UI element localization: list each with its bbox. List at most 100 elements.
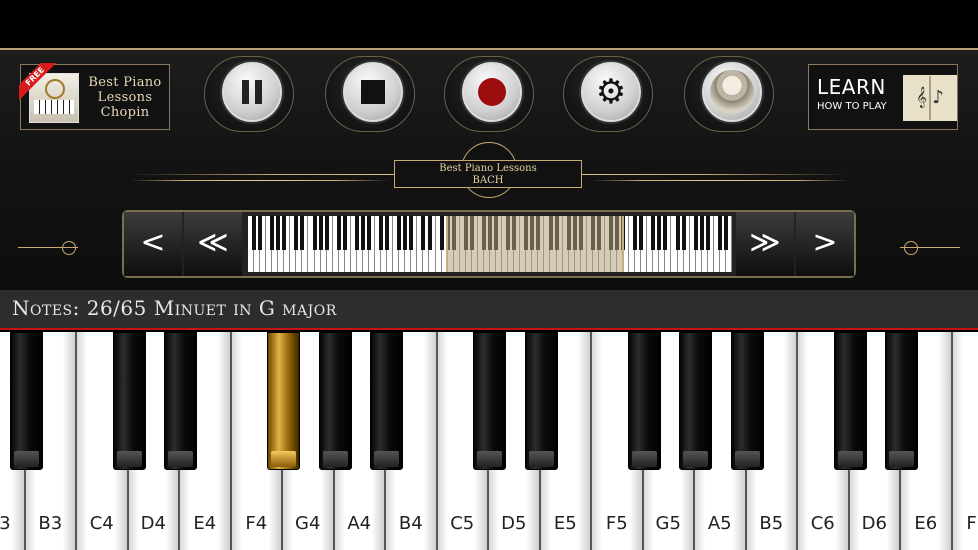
black-key-d-sharp6[interactable] — [885, 332, 918, 470]
keyboard-navigator: < ≪ ≫ > — [122, 210, 856, 278]
mini-black-key — [367, 216, 371, 250]
key-label: D4 — [140, 513, 166, 534]
mini-black-key — [675, 216, 680, 250]
status-bar: Notes: 26/65 Minuet in G major — [0, 290, 978, 330]
mini-black-key — [421, 216, 426, 250]
mini-black-key — [705, 216, 710, 250]
mini-black-key — [276, 216, 281, 250]
mini-black-key — [385, 216, 390, 250]
pause-icon — [242, 80, 262, 104]
scroll-right-button[interactable]: > — [796, 212, 854, 276]
key-label: G4 — [295, 513, 321, 534]
mini-black-key — [693, 216, 698, 250]
key-label: D5 — [501, 513, 527, 534]
black-key-c-sharp6[interactable] — [833, 332, 867, 470]
key-label: C4 — [89, 513, 114, 534]
key-label: A4 — [347, 513, 372, 534]
lesson-series-label: Best Piano Lessons BACH — [394, 160, 582, 188]
mini-black-key — [403, 216, 408, 250]
stop-button[interactable] — [325, 56, 415, 132]
key-label: F6 — [966, 513, 978, 534]
mini-black-key — [258, 216, 263, 250]
mini-black-key — [324, 216, 329, 250]
chopin-app-title: Best Piano Lessons Chopin — [88, 75, 162, 120]
key-label: B5 — [759, 513, 784, 534]
mini-black-key — [336, 216, 341, 250]
learn-how-to-play-button[interactable]: LEARN HOW TO PLAY 𝄞 ♪ — [808, 64, 958, 130]
key-label: G5 — [655, 513, 681, 534]
top-black-bar — [0, 0, 978, 48]
scroll-left-button[interactable]: < — [124, 212, 182, 276]
key-label: C6 — [810, 513, 835, 534]
piano-keyboard: A3 B3 C4 D4 E4 F4 G4 A4 B4 C5 D5 E5 F5 G5 A5 B5 C6 D6 E6 F6 — [0, 332, 978, 550]
black-key-a-sharp4[interactable] — [370, 332, 403, 470]
record-icon — [478, 78, 506, 106]
learn-label: LEARN — [817, 75, 886, 99]
composer-button[interactable] — [684, 56, 774, 132]
mini-black-key — [663, 216, 668, 250]
notes-progress-text: Notes: 26/65 Minuet in G major — [12, 296, 337, 320]
record-button[interactable] — [444, 56, 534, 132]
mini-black-key — [312, 216, 317, 250]
key-label: F5 — [605, 513, 628, 534]
black-key-g-sharp4[interactable] — [318, 332, 352, 470]
visible-range-selector[interactable] — [446, 216, 624, 272]
black-key-c-sharp4[interactable] — [112, 332, 146, 470]
mini-black-key — [270, 216, 275, 250]
key-label: F4 — [245, 513, 268, 534]
how-to-play-label: HOW TO PLAY — [817, 101, 887, 112]
mini-black-key — [360, 216, 365, 250]
mini-black-key — [409, 216, 414, 250]
white-key-f6[interactable]: F6 — [952, 332, 978, 550]
pause-button[interactable] — [204, 56, 294, 132]
mini-black-key — [439, 216, 444, 250]
mini-black-key — [354, 216, 359, 250]
black-key-a-sharp5[interactable] — [730, 332, 764, 470]
ornament-line-left — [130, 180, 390, 181]
left-ornament-icon — [18, 238, 108, 258]
key-label: D6 — [861, 513, 887, 534]
free-badge: FREE — [19, 63, 59, 103]
mini-black-key — [717, 216, 722, 250]
key-label: E6 — [914, 513, 938, 534]
key-label: A3 — [0, 513, 11, 534]
mini-black-key — [294, 216, 299, 250]
mini-black-key — [252, 216, 257, 250]
black-key-a-sharp3[interactable] — [9, 332, 43, 470]
key-label: E4 — [193, 513, 217, 534]
black-key-d-sharp5[interactable] — [524, 332, 558, 470]
mini-black-key — [639, 216, 644, 250]
black-key-f-sharp5[interactable] — [627, 332, 661, 470]
ornament-line-right — [590, 180, 850, 181]
black-key-d-sharp4[interactable] — [164, 332, 197, 470]
mini-black-key — [699, 216, 704, 250]
mini-black-key — [300, 216, 305, 250]
mini-black-key — [427, 216, 432, 250]
music-book-icon: 𝄞 ♪ — [903, 75, 957, 121]
black-key-f-sharp4[interactable] — [267, 332, 300, 470]
key-label: A5 — [707, 513, 732, 534]
key-label: B3 — [38, 513, 63, 534]
black-key-g-sharp5[interactable] — [679, 332, 712, 470]
gear-icon: ⚙ — [595, 72, 627, 112]
bach-portrait-icon — [710, 70, 754, 114]
mini-black-key — [651, 216, 656, 250]
chopin-app-promo[interactable]: FREE Best Piano Lessons Chopin — [19, 63, 170, 130]
mini-keyboard-overview[interactable] — [248, 216, 732, 272]
key-label: E5 — [553, 513, 577, 534]
settings-button[interactable]: ⚙ — [563, 56, 653, 132]
mini-black-key — [282, 216, 287, 250]
mini-black-key — [681, 216, 686, 250]
key-label: C5 — [450, 513, 475, 534]
mini-black-key — [633, 216, 638, 250]
key-label: B4 — [398, 513, 423, 534]
mini-black-key — [318, 216, 323, 250]
mini-black-key — [657, 216, 662, 250]
mini-black-key — [397, 216, 402, 250]
mini-black-key — [342, 216, 347, 250]
scroll-left-fast-button[interactable]: ≪ — [184, 212, 242, 276]
black-key-c-sharp5[interactable] — [473, 332, 506, 470]
scroll-right-fast-button[interactable]: ≫ — [736, 212, 794, 276]
right-ornament-icon — [870, 238, 960, 258]
mini-black-key — [723, 216, 728, 250]
